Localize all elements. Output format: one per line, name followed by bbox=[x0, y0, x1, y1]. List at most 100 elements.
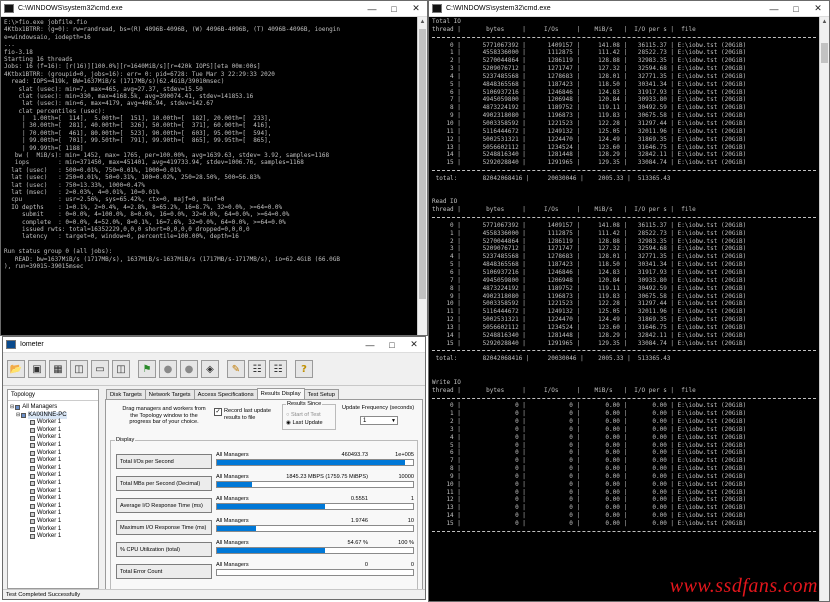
metric-progress-bar[interactable] bbox=[216, 569, 414, 576]
metric-max: 10 bbox=[407, 518, 414, 524]
left-console-title: C:\WINDOWS\system32\cmd.exe bbox=[18, 5, 123, 12]
metric-progress-fill bbox=[217, 548, 325, 553]
console-line: submit : 0=0.0%, 4=100.0%, 8=0.0%, 16=0.… bbox=[4, 211, 290, 219]
update-frequency-select[interactable]: 1 ▼ bbox=[360, 416, 398, 425]
collapse-icon[interactable]: ⊟ bbox=[16, 412, 20, 420]
scroll-up-icon[interactable]: ▲ bbox=[820, 17, 829, 27]
record-checkbox[interactable]: ✓ bbox=[214, 408, 222, 416]
metric-manager: All Managers bbox=[216, 496, 249, 502]
tree-node-worker[interactable]: Worker 1 bbox=[10, 427, 67, 435]
right-console-titlebar[interactable]: C:\WINDOWS\system32\cmd.exe — □ ✕ bbox=[429, 1, 829, 17]
start-icon[interactable]: ⚑ bbox=[138, 360, 156, 378]
stop-icon[interactable]: ● bbox=[159, 360, 177, 378]
tree-node-worker[interactable]: Worker 1 bbox=[10, 419, 67, 427]
stop-all-icon[interactable]: ● bbox=[180, 360, 198, 378]
tree-node-worker[interactable]: Worker 1 bbox=[10, 457, 67, 465]
console-line: fio-3.18 bbox=[4, 48, 33, 56]
metric-progress-bar[interactable] bbox=[216, 547, 414, 554]
metric-progress-bar[interactable] bbox=[216, 481, 414, 488]
metric-max: 10000 bbox=[398, 474, 414, 480]
tree-node-worker[interactable]: Worker 1 bbox=[10, 472, 67, 480]
close-icon[interactable]: ✕ bbox=[403, 337, 425, 352]
tree-node-manager[interactable]: ⊟ KAIXINNE-PC bbox=[10, 411, 67, 420]
tree-node-all-managers[interactable]: ⊟ All Managers bbox=[10, 404, 67, 412]
worker-icon bbox=[30, 458, 35, 464]
console-line: bw ( MiB/s): min= 1452, max= 1765, per=1… bbox=[4, 152, 330, 160]
console-line: 4Ktbx1BTRR: (groupid=0, jobs=16): err= 0… bbox=[4, 70, 275, 78]
save-icon[interactable]: ▣ bbox=[28, 360, 46, 378]
tree-node-worker[interactable]: Worker 1 bbox=[10, 518, 67, 526]
iometer-titlebar[interactable]: Iometer — □ ✕ bbox=[3, 337, 425, 353]
config-icon[interactable]: ▦ bbox=[49, 360, 67, 378]
exit-icon[interactable]: ☷ bbox=[269, 360, 287, 378]
tree-node-worker[interactable]: Worker 1 bbox=[10, 533, 67, 541]
record-checkbox-group[interactable]: ✓ Record last update results to file bbox=[214, 408, 278, 421]
tree-node-worker[interactable]: Worker 1 bbox=[10, 480, 67, 488]
reset-icon[interactable]: ◈ bbox=[201, 360, 219, 378]
separator-line bbox=[432, 395, 816, 403]
left-console-scrollbar[interactable]: ▲ bbox=[417, 17, 427, 335]
metric-button[interactable]: Total MBs per Second (Decimal) bbox=[116, 476, 212, 491]
metric-button[interactable]: Average I/O Response Time (ms) bbox=[116, 498, 212, 513]
left-console-titlebar[interactable]: C:\WINDOWS\system32\cmd.exe — □ ✕ bbox=[1, 1, 427, 17]
tab-results-display[interactable]: Results Display bbox=[256, 388, 305, 399]
disk-icon[interactable]: ◫ bbox=[70, 360, 88, 378]
metric-button[interactable]: Total Error Count bbox=[116, 564, 212, 579]
left-console-output[interactable]: E:\>fio.exe jobfile.fio 4Ktbx1BTRR: (g=0)… bbox=[1, 17, 417, 335]
separator-line bbox=[432, 167, 816, 175]
collapse-icon[interactable]: ⊟ bbox=[10, 404, 14, 412]
tree-node-worker[interactable]: Worker 1 bbox=[10, 495, 67, 503]
scroll-up-icon[interactable]: ▲ bbox=[418, 17, 427, 27]
metric-button[interactable]: Total I/Os per Second bbox=[116, 454, 212, 469]
minimize-icon[interactable]: — bbox=[359, 337, 381, 352]
tree-node-worker[interactable]: Worker 1 bbox=[10, 450, 67, 458]
maximize-icon[interactable]: □ bbox=[383, 1, 405, 16]
worker-icon bbox=[30, 526, 35, 532]
close-icon[interactable]: ✕ bbox=[405, 1, 427, 16]
radio-last-update[interactable]: ◉ Last Update bbox=[286, 420, 323, 427]
tree-node-worker[interactable]: Worker 1 bbox=[10, 510, 67, 518]
metric-progress-bar[interactable] bbox=[216, 503, 414, 510]
metric-button[interactable]: Maximum I/O Response Time (ms) bbox=[116, 520, 212, 535]
right-console-scrollbar[interactable]: ▲ bbox=[819, 17, 829, 601]
left-console-window: C:\WINDOWS\system32\cmd.exe — □ ✕ E:\>fi… bbox=[0, 0, 428, 336]
chevron-down-icon[interactable]: ▼ bbox=[391, 417, 396, 426]
tree-node-worker[interactable]: Worker 1 bbox=[10, 488, 67, 496]
tree-node-worker[interactable]: Worker 1 bbox=[10, 442, 67, 450]
worker-icon bbox=[30, 420, 35, 426]
minimize-icon[interactable]: — bbox=[763, 1, 785, 16]
disconnect-icon[interactable]: ☷ bbox=[248, 360, 266, 378]
metric-progress-bar[interactable] bbox=[216, 459, 414, 466]
worker-label: Worker 1 bbox=[37, 441, 62, 448]
topology-tree[interactable]: ⊟ All Managers ⊟ KAIXINNE-PC Worker 1 Wor… bbox=[10, 404, 67, 541]
table-total: total: 82042068416 | 20030046 | 2005.33 … bbox=[432, 174, 671, 182]
worker-label: Worker 1 bbox=[37, 426, 62, 433]
right-console-window: C:\WINDOWS\system32\cmd.exe — □ ✕ Total … bbox=[428, 0, 830, 602]
metric-button[interactable]: % CPU Utilization (total) bbox=[116, 542, 212, 557]
tree-manager-label: KAIXINNE-PC bbox=[28, 411, 67, 420]
table-header: thread | bytes | I/Os | MiB/s | I/O per … bbox=[432, 386, 696, 394]
display-label: Display bbox=[115, 437, 136, 444]
tree-node-worker[interactable]: Worker 1 bbox=[10, 434, 67, 442]
tree-node-worker[interactable]: Worker 1 bbox=[10, 503, 67, 511]
scroll-thumb[interactable] bbox=[821, 43, 828, 63]
table-row: 12 | 0 | 0 | 0.00 | 0.00 | E:\iobw.tst (… bbox=[432, 496, 747, 504]
new-manager-icon[interactable]: ✎ bbox=[227, 360, 245, 378]
open-icon[interactable]: 📂 bbox=[7, 360, 25, 378]
new-worker-icon[interactable]: ▭ bbox=[91, 360, 109, 378]
separator-line bbox=[432, 34, 816, 42]
minimize-icon[interactable]: — bbox=[361, 1, 383, 16]
scroll-thumb[interactable] bbox=[419, 29, 426, 299]
tree-node-worker[interactable]: Worker 1 bbox=[10, 526, 67, 534]
maximize-icon[interactable]: □ bbox=[785, 1, 807, 16]
metric-progress-bar[interactable] bbox=[216, 525, 414, 532]
right-console-output[interactable]: Total IO thread | bytes | I/Os | MiB/s | … bbox=[429, 17, 819, 601]
worker-icon bbox=[30, 504, 35, 510]
tree-node-worker[interactable]: Worker 1 bbox=[10, 465, 67, 473]
metric-value: 0 bbox=[364, 562, 368, 568]
copy-worker-icon[interactable]: ◫ bbox=[112, 360, 130, 378]
help-icon[interactable]: ? bbox=[295, 360, 313, 378]
maximize-icon[interactable]: □ bbox=[381, 337, 403, 352]
close-icon[interactable]: ✕ bbox=[807, 1, 829, 16]
radio-start-of-test[interactable]: ○ Start of Test bbox=[286, 412, 321, 419]
